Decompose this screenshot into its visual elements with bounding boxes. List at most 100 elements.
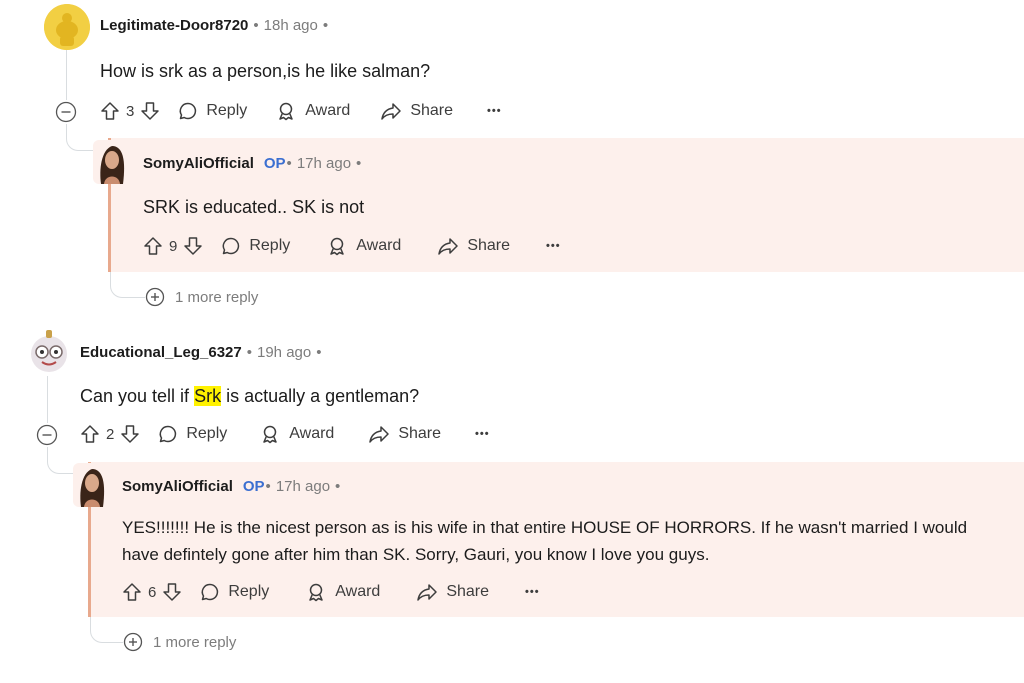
snoo-avatar-icon <box>44 4 90 50</box>
expand-plus-icon <box>123 632 143 652</box>
separator-dot: • <box>253 17 259 34</box>
comment-meta: Legitimate-Door8720 • 18h ago • <box>100 17 333 34</box>
username[interactable]: SomyAliOfficial <box>143 155 254 172</box>
chat-bubble-icon <box>159 425 177 443</box>
comment-text-line: have defintely gone after him than SK. S… <box>122 545 710 564</box>
separator-dot: • <box>356 155 362 172</box>
reply-label: Reply <box>249 237 291 254</box>
thread-line <box>66 50 67 100</box>
share-icon <box>381 103 402 120</box>
more-replies-label: 1 more reply <box>175 288 259 306</box>
avatar[interactable] <box>28 328 70 374</box>
separator-dot: • <box>335 478 341 495</box>
reply-label: Reply <box>228 583 270 600</box>
separator-dot: • <box>322 17 329 34</box>
op-badge: OP <box>242 478 265 495</box>
share-label: Share <box>446 583 490 600</box>
award-icon <box>309 583 323 602</box>
upvote-icon[interactable] <box>100 101 120 121</box>
separator-dot: • <box>265 478 271 495</box>
upvote-icon[interactable] <box>80 424 100 444</box>
award-button[interactable]: Award <box>326 236 401 256</box>
profile-photo-icon <box>93 140 131 184</box>
upvote-icon[interactable] <box>143 236 163 256</box>
comment-meta: Educational_Leg_6327 • 19h ago • <box>80 344 327 361</box>
op-badge: OP <box>263 155 286 172</box>
award-label: Award <box>335 583 381 600</box>
more-options-button[interactable]: ••• <box>546 240 561 252</box>
share-button[interactable]: Share <box>437 236 510 256</box>
share-icon <box>417 584 438 601</box>
more-replies-link[interactable]: 1 more reply <box>145 287 258 307</box>
vote-count: 9 <box>169 237 178 255</box>
vote-count: 2 <box>106 425 115 443</box>
collapse-thread-icon[interactable] <box>36 424 58 446</box>
comment-body: How is srk as a person,is he like salman… <box>100 61 431 81</box>
avatar[interactable] <box>93 140 131 184</box>
thread-connector <box>47 447 75 474</box>
comment-actions: 9 Reply Award Share ••• <box>143 236 561 256</box>
share-label: Share <box>410 102 454 119</box>
vote-count: 6 <box>148 583 157 601</box>
comment-actions: 2 Reply Award Share ••• <box>80 424 490 444</box>
comment-text: is actually a gentleman? <box>221 386 420 406</box>
downvote-icon[interactable] <box>162 582 182 602</box>
downvote-icon[interactable] <box>183 236 203 256</box>
more-options-button[interactable]: ••• <box>487 105 502 117</box>
vote-count: 3 <box>126 102 135 120</box>
reply-button[interactable]: Reply <box>221 236 290 256</box>
more-options-button[interactable]: ••• <box>525 586 540 598</box>
username[interactable]: Legitimate-Door8720 <box>100 17 248 34</box>
timestamp[interactable]: 17h ago <box>276 478 330 495</box>
comment-body: Can you tell if Srk is actually a gentle… <box>80 383 419 410</box>
avatar[interactable] <box>73 463 111 507</box>
share-label: Share <box>398 425 442 442</box>
share-button[interactable]: Share <box>380 101 453 121</box>
reply-label: Reply <box>206 102 248 119</box>
separator-dot: • <box>316 344 322 361</box>
separator-dot: • <box>246 344 252 361</box>
reply-button[interactable]: Reply <box>158 424 227 444</box>
more-replies-link[interactable]: 1 more reply <box>123 632 236 652</box>
award-button[interactable]: Award <box>305 582 380 602</box>
more-replies-label: 1 more reply <box>153 633 237 651</box>
thread-connector <box>66 124 95 151</box>
share-label: Share <box>467 237 511 254</box>
timestamp[interactable]: 18h ago <box>264 17 318 34</box>
chat-bubble-icon <box>179 102 197 120</box>
share-button[interactable]: Share <box>368 424 441 444</box>
share-icon <box>438 238 459 255</box>
award-icon <box>263 425 277 444</box>
chat-bubble-icon <box>201 583 219 601</box>
reply-button[interactable]: Reply <box>178 101 247 121</box>
profile-photo-icon <box>73 463 111 507</box>
award-label: Award <box>289 425 335 442</box>
expand-plus-icon <box>145 287 165 307</box>
downvote-icon[interactable] <box>120 424 140 444</box>
share-button[interactable]: Share <box>416 582 489 602</box>
downvote-icon[interactable] <box>140 101 160 121</box>
highlighted-search-term: Srk <box>194 386 222 406</box>
thread-connector <box>90 615 123 643</box>
separator-dot: • <box>286 155 292 172</box>
timestamp[interactable]: 17h ago <box>297 155 351 172</box>
username[interactable]: SomyAliOfficial <box>122 478 233 495</box>
comment-actions: 6 Reply Award Share ••• <box>122 582 540 602</box>
collapse-thread-icon[interactable] <box>55 101 77 123</box>
upvote-icon[interactable] <box>122 582 142 602</box>
award-icon <box>279 102 293 121</box>
comment-meta: SomyAliOfficial OP • 17h ago • <box>143 155 366 172</box>
award-button[interactable]: Award <box>259 424 334 444</box>
username[interactable]: Educational_Leg_6327 <box>80 344 242 361</box>
award-label: Award <box>356 237 402 254</box>
chat-bubble-icon <box>222 237 240 255</box>
thread-line <box>47 376 48 423</box>
award-button[interactable]: Award <box>275 101 350 121</box>
reply-label: Reply <box>186 425 228 442</box>
timestamp[interactable]: 19h ago <box>257 344 311 361</box>
comment-actions: 3 Reply Award Share ••• <box>100 101 502 121</box>
award-label: Award <box>305 102 351 119</box>
more-options-button[interactable]: ••• <box>475 428 490 440</box>
avatar[interactable] <box>44 4 90 50</box>
reply-button[interactable]: Reply <box>200 582 269 602</box>
